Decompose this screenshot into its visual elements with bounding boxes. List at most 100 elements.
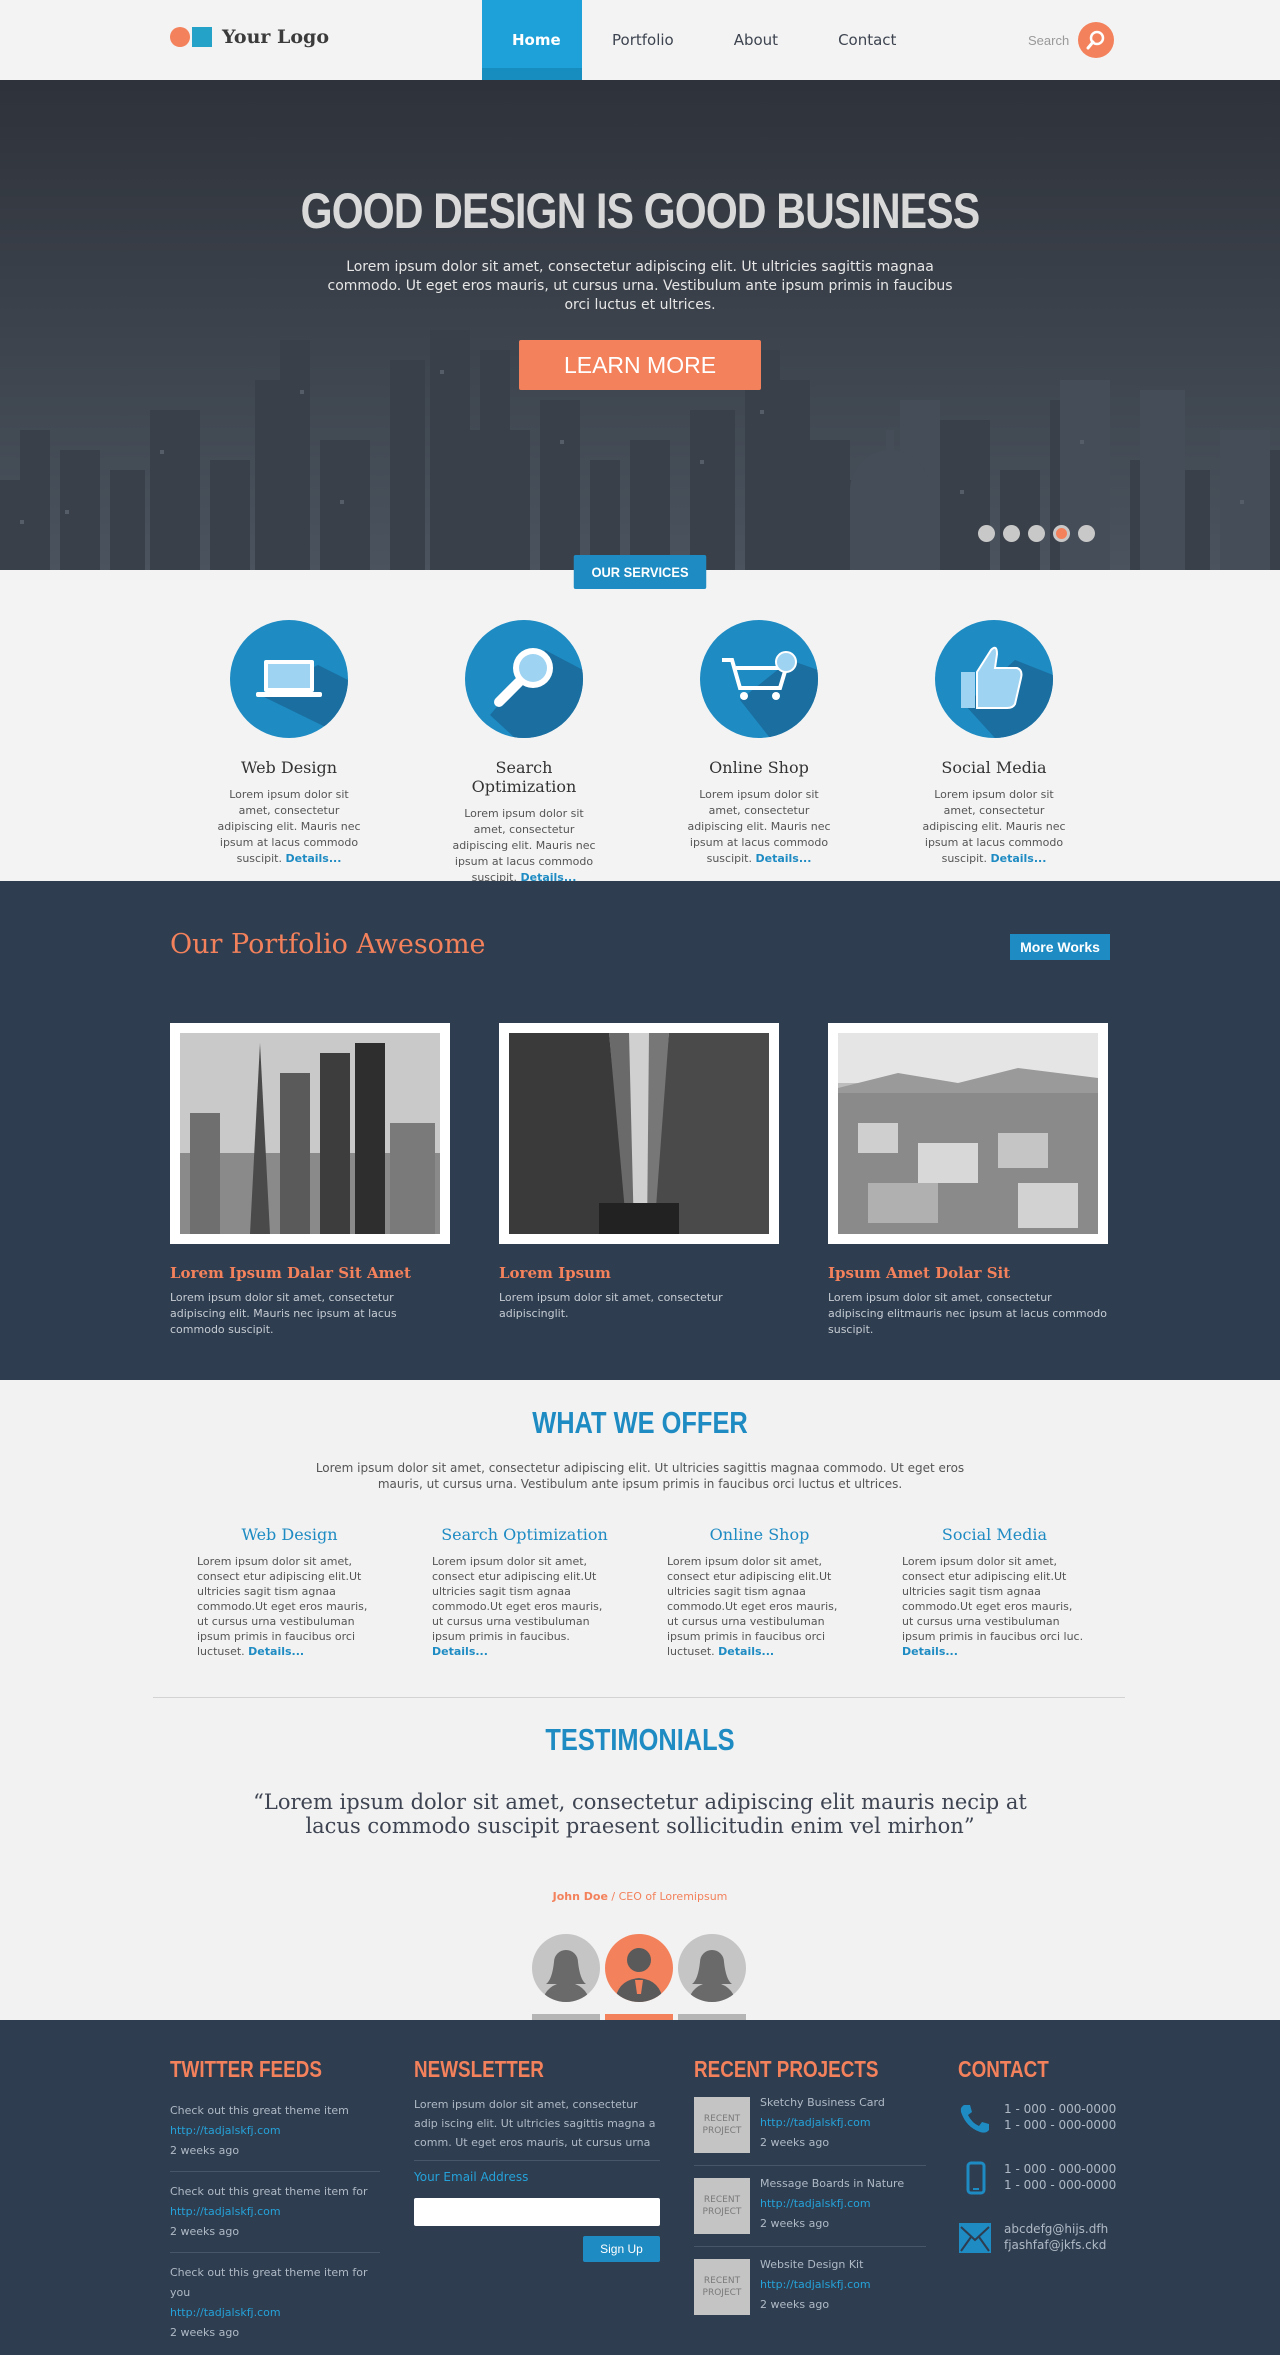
more-works-button[interactable]: More Works bbox=[1010, 934, 1110, 960]
phone-number: 1 - 000 - 000-0000 bbox=[1004, 2102, 1117, 2116]
slider-dot-3[interactable] bbox=[1028, 525, 1045, 542]
project-name: Website Design Kit bbox=[760, 2258, 864, 2271]
portfolio-item-text: Lorem ipsum dolor sit amet, consectetur … bbox=[499, 1291, 723, 1320]
search-button[interactable] bbox=[1078, 22, 1114, 58]
project-item[interactable]: RECENT PROJECT Website Design Kit http:/… bbox=[694, 2247, 926, 2327]
services-badge: OUR SERVICES bbox=[573, 555, 707, 589]
tweet-link[interactable]: http://tadjalskfj.com bbox=[170, 2202, 380, 2222]
contact: CONTACT 1 - 000 - 000-0000 1 - 000 - 000-… bbox=[958, 2056, 1118, 2255]
offer-item: Online Shop Lorem ipsum dolor sit amet, … bbox=[667, 1525, 852, 1659]
projects-title: RECENT PROJECTS bbox=[694, 2056, 879, 2082]
offer-item: Social Media Lorem ipsum dolor sit amet,… bbox=[902, 1525, 1087, 1659]
twitter-title: TWITTER FEEDS bbox=[170, 2056, 322, 2082]
project-thumbnail: RECENT PROJECT bbox=[694, 2259, 750, 2315]
offer-item-title: Search Optimization bbox=[441, 1525, 608, 1544]
details-link[interactable]: Details... bbox=[432, 1645, 488, 1658]
logo-mark bbox=[170, 27, 212, 47]
nav-home[interactable]: Home bbox=[482, 0, 582, 80]
search-box bbox=[1028, 22, 1114, 58]
service-search-optimization: Search Optimization Lorem ipsum dolor si… bbox=[449, 620, 599, 886]
section-divider bbox=[153, 1697, 1125, 1698]
portfolio-item-title: Ipsum Amet Dolar Sit bbox=[828, 1264, 1011, 1282]
laptop-icon bbox=[230, 620, 348, 738]
testimonial-quote: “Lorem ipsum dolor sit amet, consectetur… bbox=[253, 1790, 1027, 1838]
tweet-time: 2 weeks ago bbox=[170, 2225, 240, 2238]
contact-phone: 1 - 000 - 000-0000 1 - 000 - 000-0000 bbox=[958, 2101, 1118, 2135]
author-name: John Doe bbox=[552, 1890, 608, 1903]
portfolio-item-title: Lorem Ipsum bbox=[499, 1264, 611, 1282]
details-link[interactable]: Details... bbox=[718, 1645, 774, 1658]
offer-item: Web Design Lorem ipsum dolor sit amet, c… bbox=[197, 1525, 382, 1659]
service-web-design: Web Design Lorem ipsum dolor sit amet, c… bbox=[214, 620, 364, 867]
contact-email: abcdefg@hijs.dfh fjashfaf@jkfs.ckd bbox=[958, 2221, 1118, 2255]
details-link[interactable]: Details... bbox=[285, 852, 341, 865]
nav-about[interactable]: About bbox=[704, 0, 808, 80]
nav-portfolio[interactable]: Portfolio bbox=[582, 0, 704, 80]
sign-up-button[interactable]: Sign Up bbox=[583, 2236, 660, 2262]
tweet-time: 2 weeks ago bbox=[170, 2144, 240, 2157]
phone-icon bbox=[960, 2105, 989, 2133]
tweet: Check out this great theme item for you … bbox=[170, 2253, 380, 2353]
project-time: 2 weeks ago bbox=[760, 2298, 830, 2311]
services-section: OUR SERVICES Web Design Lorem ipsum dolo… bbox=[0, 555, 1280, 884]
twitter-feeds: TWITTER FEEDS Check out this great theme… bbox=[170, 2056, 380, 2353]
search-input[interactable] bbox=[1028, 32, 1070, 48]
details-link[interactable]: Details... bbox=[990, 852, 1046, 865]
tweet: Check out this great theme item for http… bbox=[170, 2172, 380, 2253]
avatar-female-icon[interactable] bbox=[532, 1934, 600, 2002]
nav-contact[interactable]: Contact bbox=[808, 0, 926, 80]
offer-item-text: Lorem ipsum dolor sit amet, consect etur… bbox=[902, 1555, 1084, 1643]
tweet-text: Check out this great theme item for bbox=[170, 2185, 368, 2198]
project-thumbnail: RECENT PROJECT bbox=[694, 2178, 750, 2234]
portfolio-item[interactable]: Ipsum Amet Dolar Sit Lorem ipsum dolor s… bbox=[828, 1023, 1108, 1338]
avatar-male-icon[interactable] bbox=[605, 1934, 673, 2002]
project-name: Message Boards in Nature bbox=[760, 2177, 905, 2190]
project-time: 2 weeks ago bbox=[760, 2136, 830, 2149]
project-link[interactable]: http://tadjalskfj.com bbox=[760, 2113, 885, 2133]
slider-dot-1[interactable] bbox=[978, 525, 995, 542]
portfolio-item[interactable]: Lorem Ipsum Lorem ipsum dolor sit amet, … bbox=[499, 1023, 779, 1322]
service-title: Search Optimization bbox=[471, 758, 577, 796]
slider-dot-2[interactable] bbox=[1003, 525, 1020, 542]
portfolio-image bbox=[509, 1033, 769, 1234]
email-address[interactable]: abcdefg@hijs.dfh bbox=[1004, 2221, 1108, 2237]
slider-dot-4[interactable] bbox=[1053, 525, 1070, 542]
avatar-female-icon[interactable] bbox=[678, 1934, 746, 2002]
main-nav: Home Portfolio About Contact bbox=[482, 0, 926, 80]
tweet-link[interactable]: http://tadjalskfj.com bbox=[170, 2121, 380, 2141]
details-link[interactable]: Details... bbox=[902, 1645, 958, 1658]
project-link[interactable]: http://tadjalskfj.com bbox=[760, 2275, 871, 2295]
portfolio-item[interactable]: Lorem Ipsum Dalar Sit Amet Lorem ipsum d… bbox=[170, 1023, 450, 1338]
author-role: / CEO of Loremipsum bbox=[607, 1890, 728, 1903]
tweet-text: Check out this great theme item bbox=[170, 2104, 349, 2117]
mobile-number: 1 - 000 - 000-0000 bbox=[1004, 2162, 1117, 2176]
newsletter-text: Lorem ipsum dolor sit amet, consectetur … bbox=[414, 2095, 660, 2161]
offer-item-text: Lorem ipsum dolor sit amet, consect etur… bbox=[667, 1555, 838, 1658]
offer-item: Search Optimization Lorem ipsum dolor si… bbox=[432, 1525, 617, 1659]
portfolio-title: Our Portfolio Awesome bbox=[170, 929, 486, 960]
details-link[interactable]: Details... bbox=[755, 852, 811, 865]
service-title: Online Shop bbox=[709, 758, 809, 777]
service-title: Social Media bbox=[941, 758, 1047, 777]
hero-title: GOOD DESIGN IS GOOD BUSINESS bbox=[300, 183, 981, 239]
offer-subtitle: Lorem ipsum dolor sit amet, consectetur … bbox=[315, 1461, 965, 1491]
email-field[interactable] bbox=[414, 2198, 660, 2226]
testimonial-author: John Doe / CEO of Loremipsum bbox=[0, 1890, 1280, 1903]
project-item[interactable]: RECENT PROJECT Sketchy Business Card htt… bbox=[694, 2085, 926, 2166]
offer-item-text: Lorem ipsum dolor sit amet, consect etur… bbox=[197, 1555, 368, 1658]
details-link[interactable]: Details... bbox=[248, 1645, 304, 1658]
tweet-time: 2 weeks ago bbox=[170, 2326, 240, 2339]
portfolio-item-title: Lorem Ipsum Dalar Sit Amet bbox=[170, 1264, 411, 1282]
logo[interactable]: Your Logo bbox=[170, 26, 329, 48]
project-link[interactable]: http://tadjalskfj.com bbox=[760, 2194, 904, 2214]
learn-more-button[interactable]: LEARN MORE bbox=[519, 340, 761, 390]
tweet-link[interactable]: http://tadjalskfj.com bbox=[170, 2303, 380, 2323]
portfolio-image bbox=[180, 1033, 440, 1234]
contact-title: CONTACT bbox=[958, 2056, 1049, 2082]
email-address[interactable]: fjashfaf@jkfs.ckd bbox=[1004, 2237, 1108, 2253]
project-item[interactable]: RECENT PROJECT Message Boards in Nature … bbox=[694, 2166, 926, 2247]
slider-dot-5[interactable] bbox=[1078, 525, 1095, 542]
logo-text: Your Logo bbox=[222, 26, 330, 48]
portfolio-item-text: Lorem ipsum dolor sit amet, consectetur … bbox=[828, 1291, 1108, 1336]
service-title: Web Design bbox=[240, 758, 338, 777]
